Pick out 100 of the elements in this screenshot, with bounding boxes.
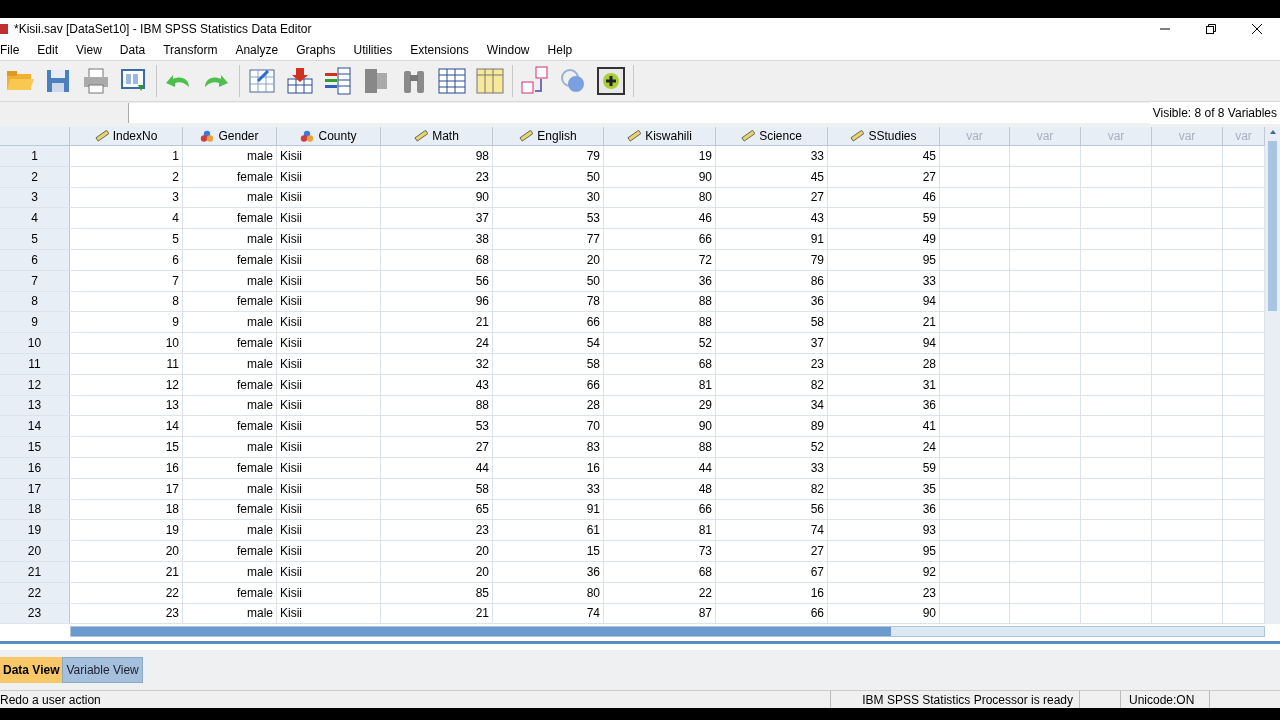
column-name: var — [1036, 128, 1054, 145]
table-cell-text: 82 — [810, 376, 824, 394]
row-number[interactable]: 14 — [0, 416, 70, 437]
table-cell-text: 21 — [165, 563, 179, 581]
view-tab[interactable]: Variable View — [62, 657, 143, 683]
row-number[interactable]: 23 — [0, 603, 70, 624]
menu-item[interactable]: Utilities — [344, 41, 402, 59]
table-cell-text: 88 — [475, 397, 489, 415]
table-cell-text: 88 — [698, 293, 712, 311]
menu-item[interactable]: Window — [477, 41, 539, 59]
column-header[interactable]: IndexNo — [70, 127, 183, 145]
column-header[interactable]: Science — [716, 127, 828, 145]
table-cell-text: Kisii — [280, 355, 302, 373]
row-number[interactable]: 21 — [0, 561, 70, 582]
close-icon[interactable] — [1252, 24, 1262, 34]
table-cell-text: Kisii — [280, 272, 302, 290]
row-number[interactable]: 15 — [0, 437, 70, 457]
column-header[interactable]: County — [277, 127, 381, 145]
column-name: Gender — [218, 128, 259, 145]
restore-icon[interactable] — [1206, 24, 1216, 34]
horizontal-scrollbar[interactable] — [70, 626, 1265, 638]
row-number[interactable]: 17 — [0, 478, 70, 499]
row-number[interactable]: 12 — [0, 374, 70, 395]
table-cell-text: 91 — [586, 501, 600, 519]
row-number[interactable]: 10 — [0, 333, 70, 353]
menu-item[interactable]: View — [67, 41, 111, 59]
table-cell-text: 14 — [165, 418, 179, 436]
table-cell-text: 74 — [586, 605, 600, 623]
row-number[interactable]: 19 — [0, 520, 70, 541]
column-header[interactable]: Gender — [183, 127, 277, 145]
table-cell-text: 86 — [810, 272, 824, 290]
table-cell-text: 9 — [172, 314, 179, 332]
menu-item[interactable]: Extensions — [401, 41, 478, 59]
row-number[interactable]: 1 — [0, 146, 70, 166]
table-cell-text: 43 — [475, 376, 489, 394]
vertical-scrollbar[interactable] — [1265, 127, 1280, 625]
menu-item[interactable]: Graphs — [287, 41, 345, 59]
value-labels-icon[interactable] — [519, 65, 551, 97]
nominal-icon — [200, 130, 215, 142]
table-cell-text: 48 — [698, 480, 712, 498]
table-cell-text: 24 — [475, 335, 489, 353]
table-cell-text: male — [247, 314, 273, 332]
nominal-icon — [300, 130, 315, 142]
table-cell-text: 59 — [922, 210, 936, 228]
menu-item[interactable]: Data — [110, 41, 155, 59]
row-number[interactable]: 2 — [0, 166, 70, 187]
row-number[interactable]: 4 — [0, 208, 70, 229]
row-number[interactable]: 22 — [0, 582, 70, 603]
add-extension-icon[interactable] — [595, 65, 627, 97]
menu-item[interactable]: Help — [538, 41, 582, 59]
table-cell-text: 61 — [586, 522, 600, 540]
view-tab[interactable]: Data View — [0, 657, 63, 683]
column-header[interactable]: Kiswahili — [604, 127, 716, 145]
table-cell-text: 65 — [475, 501, 489, 519]
menu-item[interactable]: Edit — [28, 41, 68, 59]
table-cell-text: 41 — [922, 418, 936, 436]
row-number[interactable]: 9 — [0, 312, 70, 333]
cell-editor-field[interactable] — [128, 103, 1150, 123]
row-number[interactable]: 5 — [0, 229, 70, 249]
table-cell-text: Kisii — [280, 522, 302, 540]
row-number[interactable]: 8 — [0, 291, 70, 312]
column-header[interactable]: English — [493, 127, 604, 145]
table-cell-text: male — [247, 563, 273, 581]
menu-item[interactable]: Analyze — [226, 41, 288, 59]
go-to-variable-icon[interactable] — [284, 65, 316, 97]
row-number[interactable]: 6 — [0, 250, 70, 270]
variables-icon[interactable] — [322, 65, 354, 97]
table-cell-text: 94 — [922, 335, 936, 353]
table-cell-text: 23 — [165, 605, 179, 623]
row-number[interactable]: 3 — [0, 187, 70, 208]
insert-variable-icon[interactable] — [474, 65, 506, 97]
table-cell-text: 22 — [698, 584, 712, 602]
table-cell-text: 80 — [586, 584, 600, 602]
table-cell-text: male — [247, 397, 273, 415]
scroll-thumb[interactable] — [1268, 141, 1277, 311]
scroll-thumb[interactable] — [71, 627, 891, 637]
table-cell-text: Kisii — [280, 168, 302, 186]
insert-cases-icon[interactable] — [436, 65, 468, 97]
table-cell-text: Kisii — [280, 397, 302, 415]
table-cell-text: 88 — [698, 314, 712, 332]
row-number[interactable]: 7 — [0, 270, 70, 291]
menu-item[interactable]: File — [0, 41, 29, 59]
row-number[interactable]: 13 — [0, 395, 70, 416]
table-cell-text: 37 — [810, 335, 824, 353]
table-cell-text: 16 — [165, 459, 179, 477]
table-cell-text: 6 — [172, 251, 179, 269]
table-cell-text: 12 — [165, 376, 179, 394]
table-cell-text: 27 — [810, 543, 824, 561]
row-number[interactable]: 11 — [0, 353, 70, 374]
column-header[interactable]: Math — [381, 127, 493, 145]
menu-item[interactable]: Transform — [154, 41, 227, 59]
row-number[interactable]: 16 — [0, 457, 70, 478]
table-cell-text: 44 — [475, 459, 489, 477]
table-cell-text: 29 — [698, 397, 712, 415]
row-number[interactable]: 20 — [0, 541, 70, 561]
row-number[interactable]: 18 — [0, 499, 70, 520]
table-cell-text: 23 — [475, 168, 489, 186]
table-cell-text: 66 — [810, 605, 824, 623]
table-cell-text: female — [236, 584, 273, 602]
column-header[interactable]: SStudies — [828, 127, 940, 145]
